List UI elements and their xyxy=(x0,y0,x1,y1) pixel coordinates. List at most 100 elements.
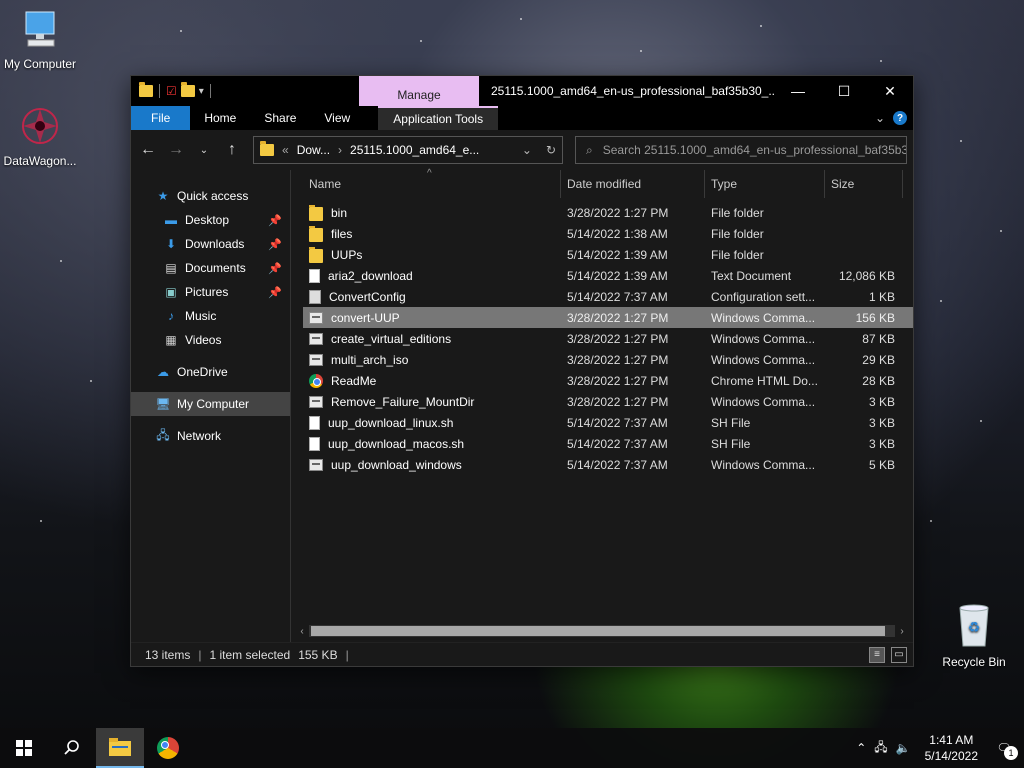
file-name: Remove_Failure_MountDir xyxy=(331,394,475,409)
refresh-icon[interactable]: ↻ xyxy=(546,143,556,157)
pin-icon[interactable]: 📌 xyxy=(268,214,282,227)
sidebar-item-label: Documents xyxy=(185,261,246,275)
sidebar-item-videos[interactable]: ▦ Videos xyxy=(131,328,290,352)
folder-icon xyxy=(309,204,323,221)
file-row[interactable]: multi_arch_iso 3/28/2022 1:27 PM Windows C… xyxy=(303,349,913,370)
desktop-icon-datawagon[interactable]: DataWagon... xyxy=(0,105,80,168)
tab-home[interactable]: Home xyxy=(190,106,250,130)
address-bar[interactable]: « Dow... › 25115.1000_amd64_e... ⌄ ↻ xyxy=(253,136,563,164)
chrome-icon xyxy=(309,373,323,388)
desktop-icon-recycle-bin[interactable]: ♻ Recycle Bin xyxy=(934,602,1014,669)
tab-file[interactable]: File xyxy=(131,106,191,130)
pin-icon[interactable]: 📌 xyxy=(268,286,282,299)
view-toggle: ≡ ▭ xyxy=(869,646,913,663)
scroll-left-icon[interactable]: ‹ xyxy=(295,626,309,637)
file-list-pane: ^ Name Date modified Type Size bin 3/28/2… xyxy=(291,168,913,642)
new-folder-icon[interactable] xyxy=(180,82,195,97)
file-name-cell: ConvertConfig xyxy=(303,289,561,304)
file-row[interactable]: files 5/14/2022 1:38 AM File folder xyxy=(303,223,913,244)
file-row[interactable]: bin 3/28/2022 1:27 PM File folder xyxy=(303,202,913,223)
customize-qat-icon[interactable]: ▾ xyxy=(199,86,204,97)
details-view-icon[interactable]: ≡ xyxy=(869,646,885,663)
up-button[interactable]: ↑ xyxy=(221,139,243,161)
breadcrumb-current-folder[interactable]: 25115.1000_amd64_e... xyxy=(350,143,479,157)
properties-icon[interactable]: ☑ xyxy=(166,84,177,98)
sidebar-item-pictures[interactable]: ▣ Pictures 📌 xyxy=(131,280,290,304)
desktop-icon-label: Recycle Bin xyxy=(942,655,1006,669)
network-icon[interactable]: 🖧 xyxy=(874,738,887,759)
breadcrumb-downloads[interactable]: Dow... xyxy=(297,143,330,157)
sidebar-item-my-computer[interactable]: 🖥 My Computer xyxy=(131,392,290,416)
sidebar-item-documents[interactable]: ▤ Documents 📌 xyxy=(131,256,290,280)
file-row[interactable]: uup_download_windows 5/14/2022 7:37 AM Win… xyxy=(303,454,913,475)
downloads-icon: ⬇ xyxy=(165,237,177,251)
close-button[interactable]: ✕ xyxy=(867,76,913,106)
scroll-track[interactable] xyxy=(309,625,895,637)
minimize-button[interactable]: — xyxy=(775,76,821,106)
start-button[interactable] xyxy=(0,728,48,768)
tab-manage[interactable]: Manage xyxy=(359,76,479,106)
forward-button[interactable]: → xyxy=(165,139,187,161)
computer-icon xyxy=(25,11,55,47)
expand-ribbon-icon[interactable]: ⌄ xyxy=(875,111,885,125)
column-header-date[interactable]: Date modified xyxy=(561,170,705,198)
sidebar-item-music[interactable]: ♪ Music xyxy=(131,304,290,328)
file-name: uup_download_linux.sh xyxy=(328,415,454,430)
file-row[interactable]: UUPs 5/14/2022 1:39 AM File folder xyxy=(303,244,913,265)
tab-view[interactable]: View xyxy=(310,106,364,130)
volume-icon[interactable]: 🔈 xyxy=(896,741,911,755)
sidebar-item-network[interactable]: 🖧 Network xyxy=(131,424,290,448)
file-row[interactable]: uup_download_linux.sh 5/14/2022 7:37 AM SH… xyxy=(303,412,913,433)
column-header-name[interactable]: Name xyxy=(303,170,561,198)
taskbar-chrome[interactable] xyxy=(144,728,192,768)
file-row[interactable]: ConvertConfig 5/14/2022 7:37 AM Configurat… xyxy=(303,286,913,307)
file-size: 3 KB xyxy=(868,394,895,409)
maximize-button[interactable]: ☐ xyxy=(821,76,867,106)
large-icons-view-icon[interactable]: ▭ xyxy=(891,646,907,663)
breadcrumb-separator[interactable]: › xyxy=(338,143,342,157)
file-row[interactable]: aria2_download 5/14/2022 1:39 AM Text Docu… xyxy=(303,265,913,286)
datawagon-icon xyxy=(22,108,58,144)
action-center-button[interactable]: 🗨 1 xyxy=(992,736,1018,760)
search-input[interactable]: ⌕ Search 25115.1000_amd64_en-us_professi… xyxy=(575,136,907,164)
pin-icon[interactable]: 📌 xyxy=(268,262,282,275)
show-hidden-icons-icon[interactable]: ⌃ xyxy=(856,741,866,755)
sidebar-item-onedrive[interactable]: ☁ OneDrive xyxy=(131,360,290,384)
videos-icon: ▦ xyxy=(165,333,177,347)
tab-share[interactable]: Share xyxy=(250,106,310,130)
file-list: bin 3/28/2022 1:27 PM File folder files 5/14… xyxy=(303,202,913,475)
file-row[interactable]: Remove_Failure_MountDir 3/28/2022 1:27 PM… xyxy=(303,391,913,412)
file-row[interactable]: convert-UUP 3/28/2022 1:27 PM Windows Comm… xyxy=(303,307,913,328)
file-row[interactable]: uup_download_macos.sh 5/14/2022 7:37 AM SH… xyxy=(303,433,913,454)
desktop-icon-my-computer[interactable]: My Computer xyxy=(0,10,80,71)
file-row[interactable]: ReadMe 3/28/2022 1:27 PM Chrome HTML Do...… xyxy=(303,370,913,391)
clock[interactable]: 1:41 AM 5/14/2022 xyxy=(919,732,984,764)
scroll-right-icon[interactable]: › xyxy=(895,626,909,637)
file-size: 28 KB xyxy=(862,373,895,388)
help-icon[interactable]: ? xyxy=(893,111,907,125)
back-button[interactable]: ← xyxy=(137,139,159,161)
tab-application-tools[interactable]: Application Tools xyxy=(378,106,499,130)
scroll-thumb[interactable] xyxy=(311,626,885,636)
desktop-icon: ▬ xyxy=(165,213,177,227)
file-type: Windows Comma... xyxy=(711,457,816,472)
search-button[interactable] xyxy=(48,728,96,768)
sidebar-item-downloads[interactable]: ⬇ Downloads 📌 xyxy=(131,232,290,256)
pin-icon[interactable]: 📌 xyxy=(268,238,282,251)
file-size: 87 KB xyxy=(862,331,895,346)
overflow-chevron-icon[interactable]: « xyxy=(282,143,289,157)
sidebar-item-quick-access[interactable]: ★ Quick access xyxy=(131,184,290,208)
recent-locations-chevron-icon[interactable]: ⌄ xyxy=(193,139,215,161)
column-header-size[interactable]: Size xyxy=(825,170,903,198)
windows-logo-icon xyxy=(16,740,32,756)
taskbar-file-explorer[interactable] xyxy=(96,728,144,768)
sidebar-item-desktop[interactable]: ▬ Desktop 📌 xyxy=(131,208,290,232)
column-header-type[interactable]: Type xyxy=(705,170,825,198)
file-row[interactable]: create_virtual_editions 3/28/2022 1:27 PM… xyxy=(303,328,913,349)
file-date: 3/28/2022 1:27 PM xyxy=(567,373,669,388)
pictures-icon: ▣ xyxy=(165,285,177,299)
address-dropdown-icon[interactable]: ⌄ xyxy=(522,143,532,157)
sh-file-icon xyxy=(309,415,320,430)
file-size: 5 KB xyxy=(868,457,895,472)
horizontal-scrollbar[interactable]: ‹ › xyxy=(295,624,909,638)
